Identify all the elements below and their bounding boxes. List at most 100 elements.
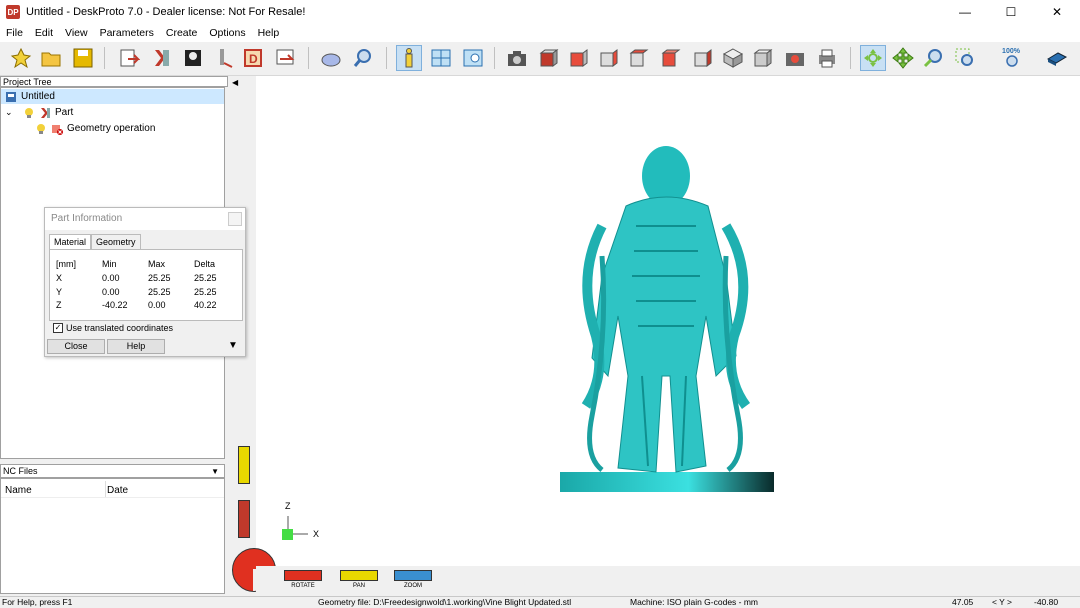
import-geometry-icon[interactable] [116,45,142,71]
dropdown-arrow-icon[interactable]: ▼ [211,466,219,478]
row-axis: X [56,273,63,283]
collapse-arrow-icon[interactable]: ◀ [232,78,238,87]
save-icon[interactable] [70,45,96,71]
tab-material[interactable]: Material [49,234,92,249]
zoom-in-icon[interactable] [920,45,946,71]
tree-item-label: Geometry operation [67,123,156,134]
status-y-label: < Y > [992,597,1013,607]
rotate-tool-icon[interactable] [860,45,886,71]
tree-item-part[interactable]: ⌄ Part [5,105,73,120]
part-information-dialog: Part Information Material Geometry [mm] … [44,207,246,357]
x-axis-label: X [313,529,319,539]
tree-item-untitled[interactable]: Untitled [1,89,224,104]
preview-search-icon[interactable] [350,45,376,71]
camera-icon[interactable] [504,45,530,71]
maximize-button[interactable]: ☐ [988,0,1034,24]
menu-create[interactable]: Create [160,27,204,39]
model-canvas[interactable]: Z X [256,76,1080,566]
menu-view[interactable]: View [59,27,94,39]
view-box-icon[interactable] [750,45,776,71]
new-project-icon[interactable] [8,45,34,71]
part-icon [39,107,51,119]
help-button[interactable]: Help [107,339,165,354]
z-axis-label: Z [285,501,291,511]
menu-help[interactable]: Help [252,27,286,39]
status-geometry-file: Geometry file: D:\Freedesignwold\1.worki… [318,597,572,607]
status-bar: For Help, press F1 Geometry file: D:\Fre… [0,596,1080,607]
status-help: For Help, press F1 [2,597,73,607]
menu-bar: File Edit View Parameters Create Options… [0,24,1080,42]
row-delta: 25.25 [194,287,217,297]
expand-arrow-icon[interactable]: ▼ [228,340,238,351]
checkbox-checked-icon[interactable]: ✓ [53,323,63,333]
row-max: 0.00 [148,300,166,310]
pan-tool-icon[interactable] [890,45,916,71]
rotate-mode-button[interactable] [284,570,322,581]
close-dialog-button[interactable]: Close [47,339,105,354]
cutter-icon[interactable] [210,45,236,71]
dialog-close-icon[interactable] [228,212,242,226]
export-icon[interactable] [272,45,298,71]
row-max: 25.25 [148,287,171,297]
row-min: -40.22 [102,300,128,310]
tree-item-label: Untitled [21,91,55,102]
dialog-title: Part Information [51,213,123,224]
lightbulb-icon[interactable] [23,107,35,119]
svg-text:D: D [249,52,258,66]
zoom-100-icon[interactable]: 100% [998,45,1024,71]
rotate-mode-label: ROTATE [291,583,315,589]
simulation-icon[interactable] [318,45,344,71]
layout-icon[interactable] [428,45,454,71]
zoom-mode-button[interactable] [394,570,432,581]
view-bottom-icon[interactable] [690,45,716,71]
screenshot-icon[interactable] [782,45,808,71]
print-icon[interactable] [814,45,840,71]
part-info-table: [mm] Min Max Delta X 0.00 25.25 25.25 Y … [49,249,243,321]
view-back-icon[interactable] [566,45,592,71]
view-top-icon[interactable] [658,45,684,71]
3d-viewport[interactable]: Z X [256,76,1080,566]
zoom-window-icon[interactable] [952,45,978,71]
project-icon [5,91,17,103]
close-button[interactable]: ✕ [1034,0,1080,24]
view-left-icon[interactable] [596,45,622,71]
menu-options[interactable]: Options [203,27,251,39]
menu-edit[interactable]: Edit [29,27,59,39]
main-toolbar: D 100% [0,42,1080,76]
nc-files-list[interactable]: Name Date [0,478,225,594]
mouse-mode-strip: ROTATE PAN ZOOM [256,566,1080,594]
column-name[interactable]: Name [5,485,32,496]
window-view-icon[interactable] [460,45,486,71]
create-nc-icon[interactable]: D [240,45,266,71]
status-y-coordinate: -40.80 [1034,597,1059,607]
help-book-icon[interactable] [1044,45,1070,71]
bitmap-icon[interactable] [180,45,206,71]
minimize-button[interactable]: — [942,0,988,24]
row-min: 0.00 [102,287,120,297]
column-date[interactable]: Date [107,485,128,496]
view-front-icon[interactable] [536,45,562,71]
dialog-title-bar[interactable]: Part Information [45,208,245,230]
nc-files-header[interactable]: NC Files ▼ [0,464,225,478]
pan-mode-button[interactable] [340,570,378,581]
part-geometry-icon[interactable] [148,45,174,71]
header-delta: Delta [194,259,216,269]
project-tree-header: Project Tree [0,76,228,87]
pan-slider[interactable] [238,446,250,484]
tree-item-geometry-operation[interactable]: Geometry operation [35,121,155,136]
lightbulb-icon[interactable] [35,123,47,135]
tab-geometry[interactable]: Geometry [91,234,141,249]
view-iso-icon[interactable] [720,45,746,71]
model-base [560,472,774,492]
menu-file[interactable]: File [0,27,29,39]
header-min: Min [102,259,117,269]
row-max: 25.25 [148,273,171,283]
expand-chevron-icon[interactable]: ⌄ [5,107,15,118]
open-folder-icon[interactable] [38,45,64,71]
translated-coordinates-checkbox[interactable]: ✓ Use translated coordinates [53,323,173,333]
menu-parameters[interactable]: Parameters [94,27,160,39]
zoom-slider[interactable] [238,500,250,538]
info-icon[interactable] [396,45,422,71]
view-right-icon[interactable] [626,45,652,71]
checkbox-label: Use translated coordinates [66,323,174,333]
